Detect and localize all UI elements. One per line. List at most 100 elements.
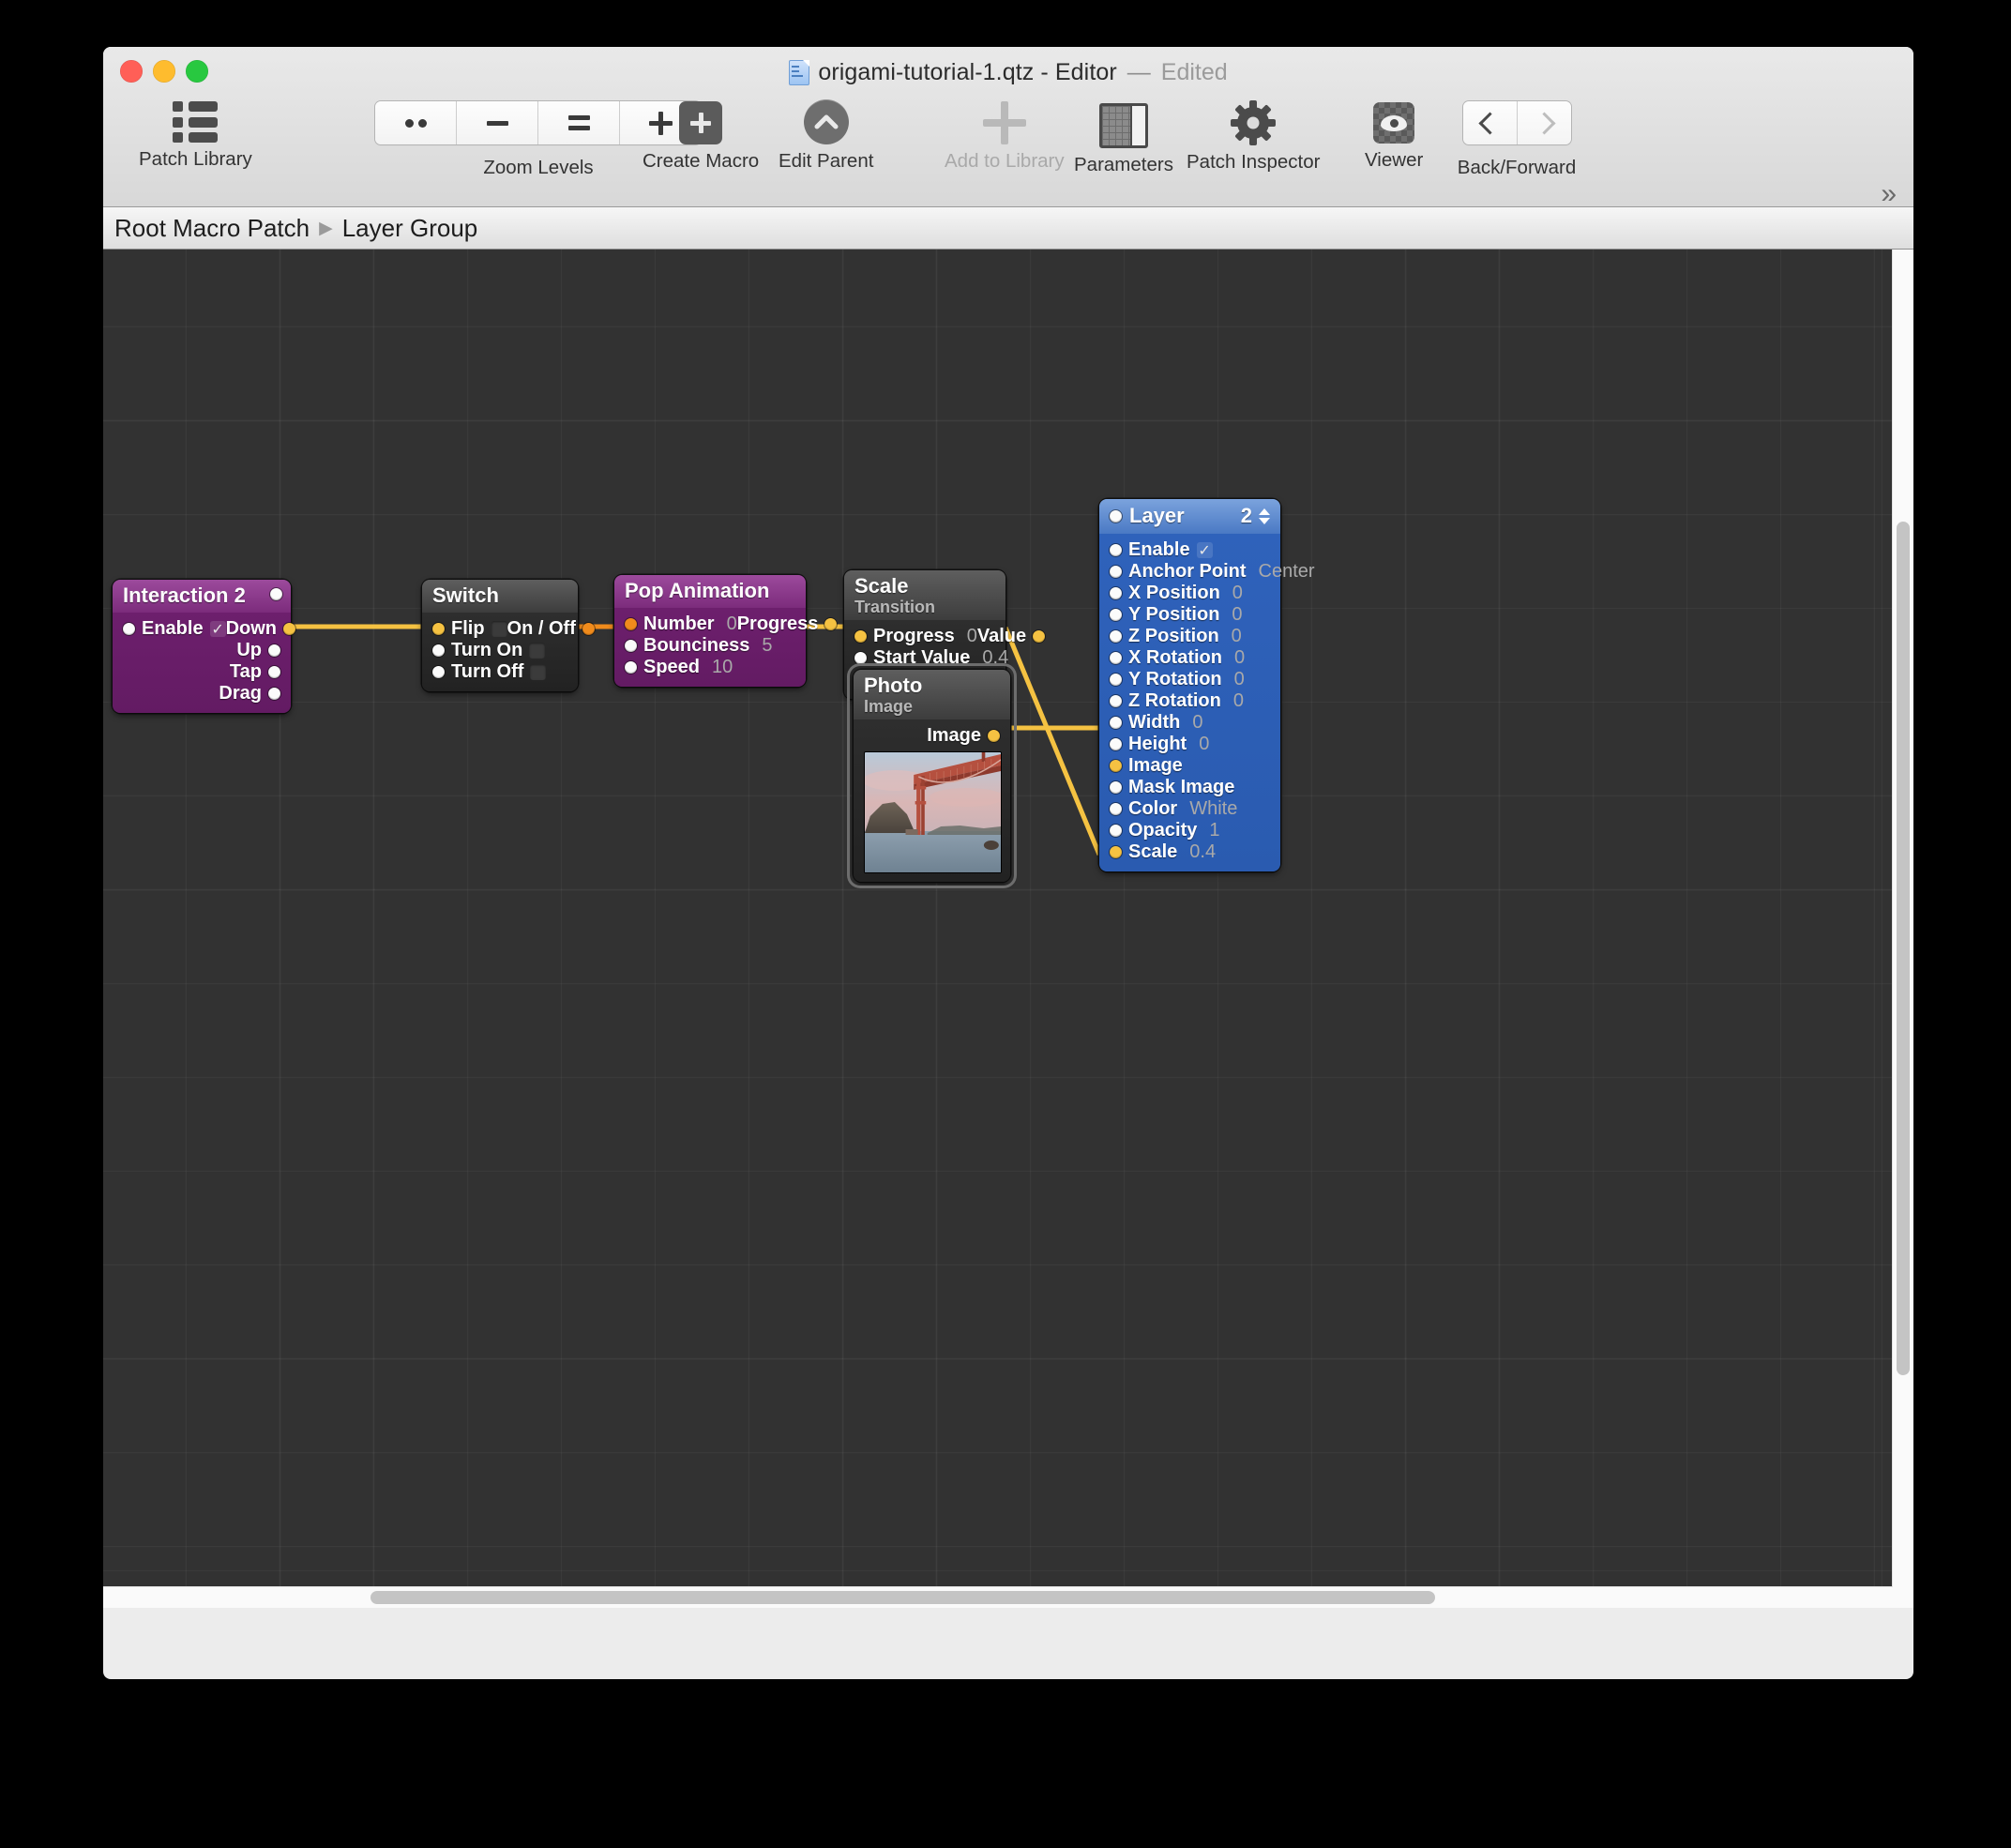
equals-icon — [567, 115, 590, 130]
patch-row: Mask Image — [1110, 777, 1270, 798]
patch-interaction-2[interactable]: Interaction 2 Enable ✓ Down Up Tap Drag — [113, 580, 296, 714]
vertical-scrollbar-thumb[interactable] — [1897, 522, 1910, 1375]
input-value-y-position[interactable]: 0 — [1232, 604, 1242, 626]
output-port-image[interactable] — [988, 729, 1000, 742]
input-port-speed[interactable] — [625, 661, 637, 674]
photo-thumbnail[interactable] — [864, 750, 1002, 873]
patch-pop-animation[interactable]: Pop Animation Number 0 Progress Bouncine… — [614, 575, 838, 688]
input-port-z-rotation[interactable] — [1110, 695, 1122, 707]
patch-header[interactable]: Photo Image — [854, 670, 1010, 720]
turn-on-toggle[interactable] — [529, 643, 546, 659]
input-port-enable[interactable] — [123, 623, 135, 636]
input-value-x-rotation[interactable]: 0 — [1234, 647, 1245, 669]
patch-row: Color White — [1110, 798, 1270, 820]
patch-header[interactable]: Scale Transition — [844, 570, 1006, 620]
input-port-mask-image[interactable] — [1110, 781, 1122, 794]
vertical-scrollbar[interactable] — [1892, 250, 1913, 1587]
input-value-opacity[interactable]: 1 — [1209, 820, 1219, 841]
enable-checkbox[interactable]: ✓ — [209, 621, 226, 638]
output-port-up[interactable] — [268, 644, 280, 658]
input-port-x-position[interactable] — [1110, 587, 1122, 599]
toolbar-overflow-button[interactable]: » — [1881, 178, 1897, 210]
input-port-color[interactable] — [1110, 803, 1122, 815]
input-value-speed[interactable]: 10 — [712, 657, 733, 678]
input-value-bounciness[interactable]: 5 — [762, 635, 772, 657]
patch-row: Z Rotation 0 — [1110, 690, 1270, 712]
input-port-number[interactable] — [625, 618, 637, 631]
patch-header-port[interactable] — [270, 588, 282, 600]
input-port-z-position[interactable] — [1110, 630, 1122, 643]
patch-header[interactable]: Pop Animation — [614, 575, 806, 609]
patch-header[interactable]: Interaction 2 — [113, 580, 291, 613]
breadcrumb-root[interactable]: Root Macro Patch — [114, 214, 310, 243]
input-port-turn-on[interactable] — [432, 644, 445, 658]
input-value-y-rotation[interactable]: 0 — [1234, 669, 1245, 690]
input-port-progress[interactable] — [854, 629, 867, 643]
patch-header[interactable]: Switch — [422, 580, 578, 613]
input-port-y-rotation[interactable] — [1110, 674, 1122, 686]
canvas-area: Interaction 2 Enable ✓ Down Up Tap Drag … — [103, 250, 1913, 1608]
input-value-progress[interactable]: 0 — [967, 626, 977, 647]
toolbar-add-to-library[interactable]: Add to Library — [945, 101, 1065, 173]
input-port-turn-off[interactable] — [432, 666, 445, 679]
stepper-arrows-icon[interactable] — [1259, 507, 1270, 524]
turn-off-toggle[interactable] — [530, 664, 547, 681]
input-label-speed: Speed — [643, 657, 701, 678]
toolbar-patch-inspector[interactable]: Patch Inspector — [1187, 100, 1320, 174]
input-port-width[interactable] — [1110, 717, 1122, 729]
patch-header[interactable]: Layer 2 — [1099, 499, 1280, 534]
input-port-scale[interactable] — [1110, 846, 1122, 858]
input-value-z-rotation[interactable]: 0 — [1233, 690, 1244, 712]
patch-switch[interactable]: Switch Flip On / Off Turn On Turn Off — [422, 580, 595, 692]
patch-row: Speed 10 — [625, 657, 795, 678]
output-port-tap[interactable] — [268, 666, 280, 679]
horizontal-scrollbar[interactable] — [103, 1586, 1893, 1608]
toolbar-viewer[interactable]: Viewer — [1365, 102, 1423, 172]
input-value-anchor-point[interactable]: Center — [1259, 561, 1315, 583]
toolbar-parameters[interactable]: Parameters — [1074, 103, 1173, 176]
input-value-width[interactable]: 0 — [1192, 712, 1202, 734]
input-port-start-value[interactable] — [854, 651, 867, 664]
output-port-drag[interactable] — [268, 688, 280, 701]
toolbar-edit-parent[interactable]: Edit Parent — [779, 99, 873, 173]
flip-toggle[interactable] — [491, 621, 507, 638]
input-value-x-position[interactable]: 0 — [1232, 583, 1243, 604]
input-port-x-rotation[interactable] — [1110, 652, 1122, 664]
input-port-anchor-point[interactable] — [1110, 566, 1122, 578]
input-value-start-value[interactable]: 0.4 — [982, 647, 1008, 669]
toolbar-patch-library[interactable]: Patch Library — [139, 101, 252, 171]
input-value-height[interactable]: 0 — [1199, 734, 1209, 755]
horizontal-scrollbar-thumb[interactable] — [370, 1591, 1435, 1604]
toolbar-create-macro[interactable]: Create Macro — [643, 101, 759, 173]
zoom-out-button[interactable] — [457, 101, 538, 144]
input-value-color[interactable]: White — [1189, 798, 1237, 820]
forward-button[interactable] — [1518, 101, 1571, 144]
zoom-actual-size-button[interactable] — [375, 101, 457, 144]
input-label-opacity: Opacity — [1128, 820, 1198, 841]
output-port-progress[interactable] — [824, 618, 838, 631]
patch-row: Y Position 0 — [1110, 604, 1270, 626]
back-forward-segmented-control[interactable] — [1463, 101, 1571, 144]
back-button[interactable] — [1463, 101, 1518, 144]
input-value-number[interactable]: 0 — [727, 613, 737, 635]
input-port-y-position[interactable] — [1110, 609, 1122, 621]
patch-layer[interactable]: Layer 2 Enable ✓ Anchor Point Center X P… — [1099, 499, 1315, 871]
input-port-image[interactable] — [1110, 760, 1122, 772]
input-port-enable[interactable] — [1110, 544, 1122, 556]
output-port-value[interactable] — [1033, 629, 1046, 643]
zoom-fit-button[interactable] — [538, 101, 620, 144]
enable-checkbox[interactable]: ✓ — [1196, 542, 1213, 559]
input-value-z-position[interactable]: 0 — [1232, 626, 1242, 647]
input-port-bounciness[interactable] — [625, 640, 637, 653]
input-port-height[interactable] — [1110, 738, 1122, 750]
patch-canvas[interactable]: Interaction 2 Enable ✓ Down Up Tap Drag … — [103, 250, 1893, 1587]
patch-header-port[interactable] — [1110, 509, 1122, 523]
input-port-flip[interactable] — [432, 623, 445, 636]
breadcrumb-current[interactable]: Layer Group — [342, 214, 478, 243]
output-port-down[interactable] — [283, 623, 296, 636]
input-value-scale[interactable]: 0.4 — [1189, 841, 1216, 863]
output-port-onoff[interactable] — [582, 623, 595, 636]
layer-index-stepper[interactable]: 2 — [1241, 504, 1270, 528]
input-port-opacity[interactable] — [1110, 825, 1122, 837]
patch-photo[interactable]: Photo Image Image — [854, 670, 1010, 882]
